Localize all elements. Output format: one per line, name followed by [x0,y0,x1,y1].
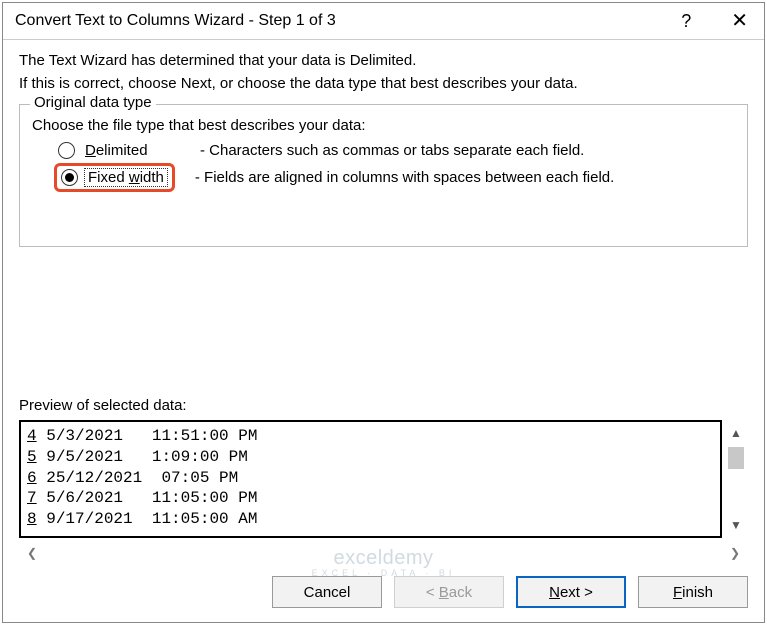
preview-row: 4 5/3/2021 11:51:00 PM [27,426,714,447]
scroll-down-icon[interactable]: ▼ [724,512,748,538]
choose-file-type-label: Choose the file type that best describes… [32,117,737,134]
radio-delimited-label: Delimited [85,142,180,159]
preview-data-box: 4 5/3/2021 11:51:00 PM 5 9/5/2021 1:09:0… [19,420,722,538]
wizard-dialog: Convert Text to Columns Wizard - Step 1 … [2,2,765,623]
radio-delimited[interactable]: Delimited - Characters such as commas or… [58,142,737,159]
radio-fixed-width-row: Fixed width - Fields are aligned in colu… [30,163,737,192]
intro-text-1: The Text Wizard has determined that your… [19,52,748,69]
intro-text-2: If this is correct, choose Next, or choo… [19,75,748,92]
scroll-right-icon[interactable]: ❯ [724,544,746,562]
fieldset-legend: Original data type [30,94,156,111]
radio-icon [61,169,78,186]
preview-area: 4 5/3/2021 11:51:00 PM 5 9/5/2021 1:09:0… [19,420,748,538]
preview-row: 7 5/6/2021 11:05:00 PM [27,488,714,509]
preview-row: 6 25/12/2021 07:05 PM [27,468,714,489]
preview-label: Preview of selected data: [19,397,748,414]
window-controls: ? ✕ [675,9,754,33]
scroll-left-icon[interactable]: ❮ [21,544,43,562]
radio-icon [58,142,75,159]
titlebar: Convert Text to Columns Wizard - Step 1 … [3,3,764,40]
dialog-body: The Text Wizard has determined that your… [3,40,764,566]
next-button[interactable]: Next > [516,576,626,608]
help-button[interactable]: ? [675,10,697,32]
vertical-scrollbar[interactable]: ▲ ▼ [724,420,748,538]
preview-row: 8 9/17/2021 11:05:00 AM [27,509,714,530]
cancel-button[interactable]: Cancel [272,576,382,608]
radio-delimited-desc: - Characters such as commas or tabs sepa… [200,142,584,159]
scroll-up-icon[interactable]: ▲ [724,420,748,446]
preview-row: 5 9/5/2021 1:09:00 PM [27,447,714,468]
radio-fixed-width-label: Fixed width [84,168,168,187]
horizontal-scrollbar[interactable]: ❮ ❯ [19,540,748,566]
finish-button[interactable]: Finish [638,576,748,608]
radio-fixed-width-desc: - Fields are aligned in columns with spa… [195,169,614,186]
dialog-buttons: Cancel < Back Next > Finish [3,566,764,622]
scroll-thumb[interactable] [728,447,744,469]
close-button[interactable]: ✕ [725,9,754,33]
spacer [19,251,748,387]
back-button: < Back [394,576,504,608]
original-data-type-fieldset: Original data type Choose the file type … [19,104,748,247]
scroll-track[interactable] [724,470,748,512]
radio-fixed-width[interactable]: Fixed width [54,163,175,192]
dialog-title: Convert Text to Columns Wizard - Step 1 … [15,12,336,30]
